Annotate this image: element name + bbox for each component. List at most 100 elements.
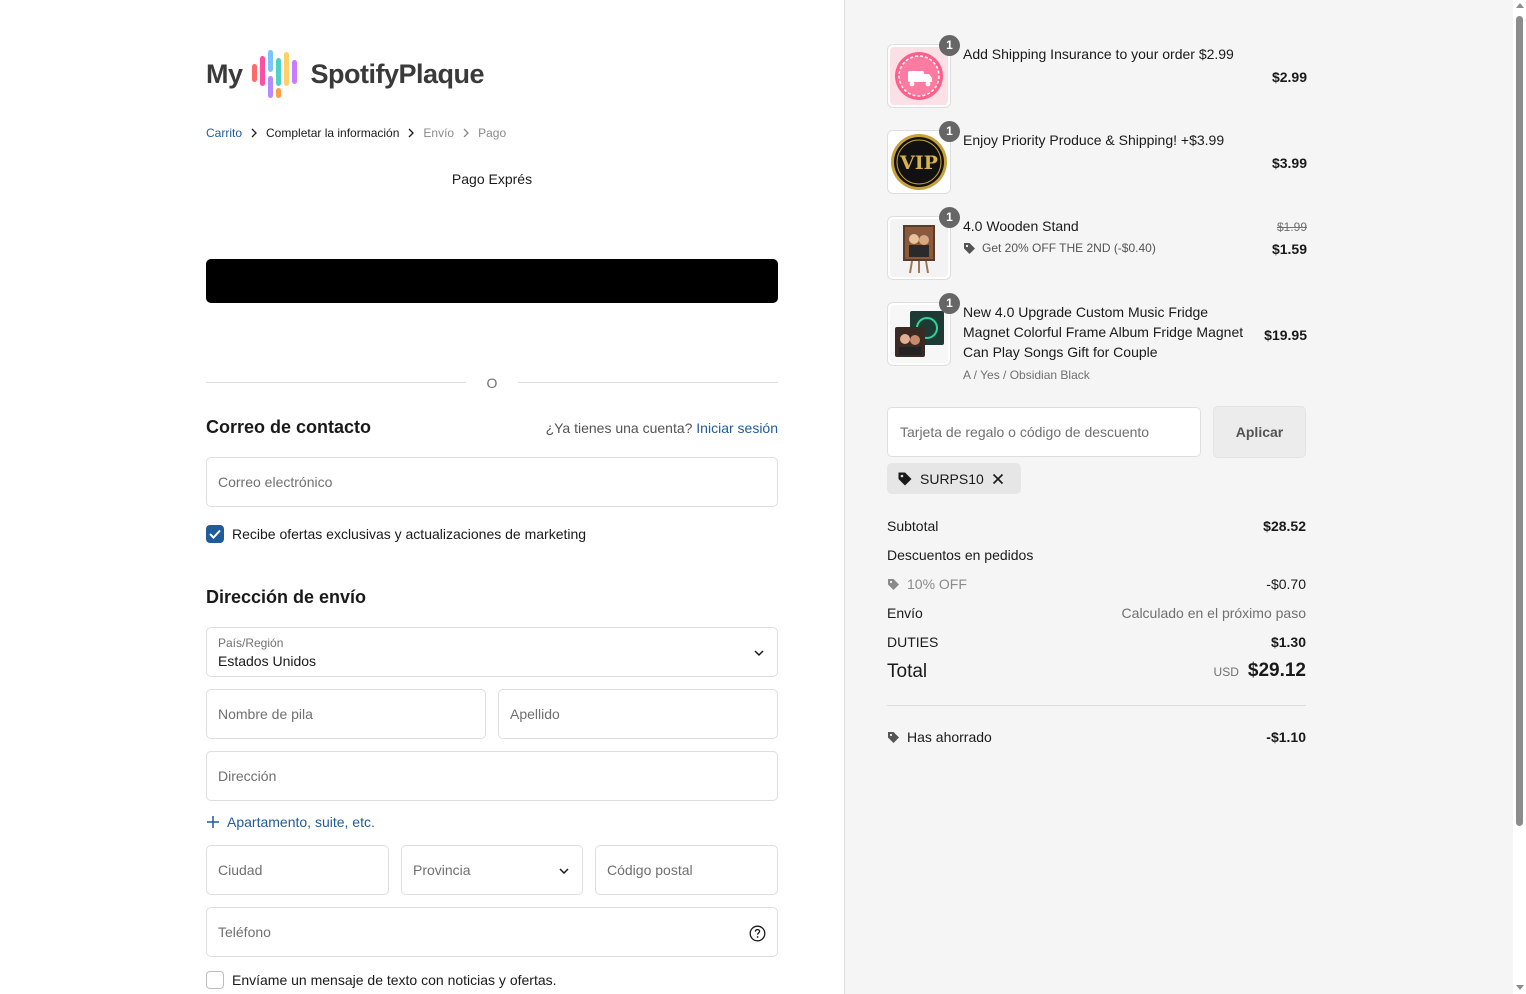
item-compare-price: $1.99 [1276, 220, 1307, 234]
subtotal-label: Subtotal [887, 518, 939, 534]
contact-heading: Correo de contacto [206, 417, 372, 437]
last-name-placeholder: Apellido [510, 706, 560, 722]
wooden-stand-image [890, 219, 948, 277]
marketing-label: Recibe ofertas exclusivas y actualizacio… [232, 526, 587, 542]
item-price: $2.99 [1271, 69, 1307, 85]
apply-discount-button[interactable]: Aplicar [1213, 406, 1306, 458]
discount-line: 10% OFF [887, 576, 967, 592]
logo-prefix: My [206, 58, 243, 89]
item-discount-label: Get 20% OFF THE 2ND (-$0.40) [982, 241, 1156, 255]
breadcrumb-shipping: Envío [423, 126, 455, 140]
last-name-field[interactable]: Apellido [498, 689, 778, 739]
postal-code-field[interactable]: Código postal [595, 845, 778, 895]
item-name-line: Magnet Colorful Frame Album Fridge Magne… [963, 324, 1244, 340]
or-divider: O [206, 374, 778, 394]
phone-placeholder: Teléfono [218, 924, 271, 940]
login-link[interactable]: Iniciar sesión [696, 420, 778, 436]
logo-name: SpotifyPlaque [310, 58, 485, 89]
checkmark-icon [209, 529, 221, 539]
address-field[interactable]: Dirección [206, 751, 778, 801]
product-thumbnail: 1 [887, 35, 960, 108]
currency-code: USD [1213, 665, 1239, 679]
shipping-value: Calculado en el próximo paso [1121, 605, 1306, 621]
quantity-badge: 1 [939, 207, 960, 228]
country-select[interactable]: País/Región Estados Unidos [206, 627, 778, 677]
quantity-badge: 1 [939, 35, 960, 56]
sms-checkbox[interactable] [206, 971, 224, 989]
order-item: VIP 1 Enjoy Priority Produce & Shipping!… [887, 121, 1307, 194]
province-select[interactable]: Provincia [401, 845, 583, 895]
duties-value: $1.30 [1270, 634, 1306, 650]
chevron-right-icon [407, 128, 415, 138]
city-field[interactable]: Ciudad [206, 845, 389, 895]
marketing-checkbox[interactable] [206, 525, 224, 543]
country-label: País/Región [218, 636, 284, 650]
item-name: New 4.0 Upgrade Custom Music Fridge Magn… [963, 302, 1243, 362]
store-logo[interactable]: My SpotifyPlaque [206, 44, 485, 104]
breadcrumb-payment: Pago [478, 126, 507, 140]
applied-discount-chip: SURPS10 [887, 463, 1021, 494]
item-price: $3.99 [1271, 155, 1307, 171]
product-thumbnail: 1 [887, 293, 960, 366]
remove-discount-icon[interactable] [992, 473, 1011, 485]
page-scrollbar[interactable] [1513, 0, 1526, 994]
chevron-right-icon [250, 128, 258, 138]
item-name: 4.0 Wooden Stand [963, 218, 1079, 234]
help-circle-icon[interactable] [749, 925, 766, 942]
sms-optin[interactable]: Envíame un mensaje de texto con noticias… [206, 971, 557, 989]
vip-badge-text: VIP [899, 152, 938, 174]
city-placeholder: Ciudad [218, 862, 263, 878]
apartment-link-label: Apartamento, suite, etc. [227, 814, 375, 830]
tag-icon [888, 578, 899, 590]
savings-label-group: Has ahorrado [887, 729, 992, 745]
item-price: $19.95 [1264, 327, 1307, 343]
marketing-optin[interactable]: Recibe ofertas exclusivas y actualizacio… [206, 525, 586, 543]
fridge-magnet-image [890, 305, 948, 363]
total-label: Total [887, 661, 928, 682]
chevron-down-icon [754, 650, 764, 657]
order-item: 1 4.0 Wooden Stand $1.99 Get 20% OFF THE… [887, 207, 1307, 280]
email-placeholder: Correo electrónico [218, 474, 333, 490]
account-prompt: ¿Ya tienes una cuenta? Iniciar sesión [546, 420, 778, 436]
shipping-label: Envío [887, 605, 923, 621]
order-item: 1 Add Shipping Insurance to your order $… [887, 35, 1307, 108]
breadcrumb: Carrito Completar la información Envío P… [206, 126, 506, 140]
tag-icon [964, 242, 975, 254]
order-discounts-label: Descuentos en pedidos [887, 547, 1034, 563]
item-variant: A / Yes / Obsidian Black [963, 368, 1090, 382]
duties-label: DUTIES [887, 634, 939, 650]
discount-code-placeholder: Tarjeta de regalo o código de descuento [900, 424, 1150, 440]
breadcrumb-cart[interactable]: Carrito [206, 126, 242, 140]
item-name: Enjoy Priority Produce & Shipping! +$3.9… [963, 132, 1225, 148]
express-pay-button[interactable] [206, 259, 778, 303]
account-prompt-text: ¿Ya tienes una cuenta? [545, 420, 693, 436]
plus-icon [207, 816, 219, 828]
total-value-group: USD $29.12 [1214, 660, 1306, 682]
checkout-main: My SpotifyPlaque Carrito Completar la in… [0, 0, 844, 994]
item-name-line: New 4.0 Upgrade Custom Music Fridge [963, 304, 1209, 320]
shipping-heading: Dirección de envío [206, 587, 367, 607]
savings-value: -$1.10 [1266, 729, 1306, 745]
total-value: $29.12 [1247, 660, 1306, 681]
first-name-field[interactable]: Nombre de pila [206, 689, 486, 739]
subtotal-value: $28.52 [1263, 518, 1306, 534]
add-apartment-link[interactable]: Apartamento, suite, etc. [206, 814, 375, 830]
product-thumbnail: 1 [887, 207, 960, 280]
item-name: Add Shipping Insurance to your order $2.… [963, 46, 1234, 62]
or-label: O [486, 375, 498, 391]
email-field[interactable]: Correo electrónico [206, 457, 778, 507]
express-checkout-title: Pago Exprés [451, 171, 533, 187]
discount-code-field[interactable]: Tarjeta de regalo o código de descuento [887, 407, 1201, 457]
phone-field[interactable]: Teléfono [206, 907, 778, 957]
scroll-down-arrow-icon[interactable] [1516, 985, 1524, 990]
item-price: $1.59 [1271, 241, 1307, 257]
applied-code: SURPS10 [920, 470, 984, 487]
tag-icon [898, 472, 912, 485]
tag-icon [888, 731, 899, 743]
postal-code-placeholder: Código postal [607, 862, 693, 878]
scrollbar-thumb[interactable] [1516, 16, 1523, 826]
first-name-placeholder: Nombre de pila [218, 706, 313, 722]
savings-label: Has ahorrado [907, 729, 992, 745]
country-value: Estados Unidos [218, 653, 317, 669]
scroll-up-arrow-icon[interactable] [1516, 3, 1524, 8]
